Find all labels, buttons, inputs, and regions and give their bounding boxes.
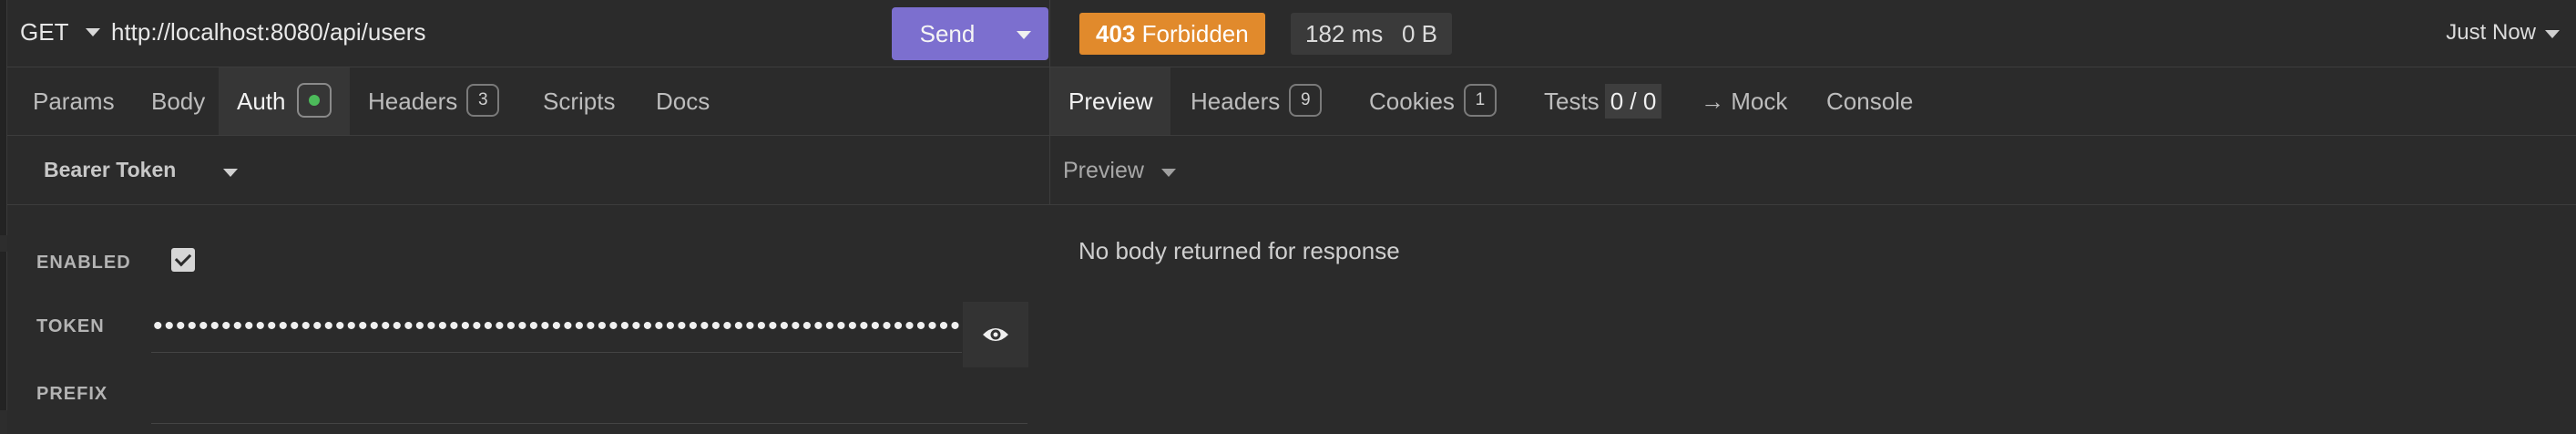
tab-tests[interactable]: Tests 0 / 0 [1526, 67, 1680, 135]
tab-label: Body [151, 88, 206, 115]
send-button-label[interactable]: Send [892, 7, 1003, 60]
status-code: 403 [1096, 20, 1136, 47]
tab-label: Cookies [1369, 88, 1455, 115]
tab-label: Docs [656, 88, 710, 115]
eye-icon [983, 328, 1008, 341]
response-status-bar: 403 Forbidden 182 ms 0 B Just Now [1049, 0, 2576, 67]
request-tabs: Params Body Auth Headers 3 Scripts Docs [7, 67, 1049, 136]
tab-label: Preview [1068, 88, 1153, 115]
status-text: Forbidden [1141, 20, 1249, 47]
tab-cookies[interactable]: Cookies 1 [1351, 67, 1515, 135]
tests-result-value: 0 / 0 [1604, 84, 1662, 119]
tab-label: Tests [1544, 88, 1600, 115]
tab-response-headers[interactable]: Headers 9 [1172, 67, 1340, 135]
tab-label: Headers [1191, 88, 1281, 115]
prefix-label: PREFIX [36, 384, 108, 404]
chevron-down-icon[interactable] [2545, 30, 2560, 38]
http-method-select[interactable]: GET [20, 18, 68, 46]
tab-label: Params [33, 88, 115, 115]
empty-response-message: No body returned for response [1078, 237, 1400, 264]
auth-type-select[interactable]: Bearer Token [44, 158, 176, 182]
send-button[interactable]: Send [892, 7, 1048, 60]
tab-label: Console [1826, 88, 1914, 115]
tab-docs[interactable]: Docs [638, 67, 728, 135]
tab-auth[interactable]: Auth [219, 67, 350, 135]
chevron-down-icon[interactable] [1161, 169, 1176, 177]
preview-mode-bar: Preview [1049, 136, 2576, 205]
tab-params[interactable]: Params [15, 67, 133, 135]
enabled-label: ENABLED [36, 253, 131, 273]
headers-count-badge: 3 [466, 84, 500, 118]
tab-scripts[interactable]: Scripts [525, 67, 633, 135]
tab-body[interactable]: Body [133, 67, 223, 135]
response-time-badge: 182 ms [1291, 13, 1398, 55]
tab-headers[interactable]: Headers 3 [350, 67, 517, 135]
response-tabs: Preview Headers 9 Cookies 1 Tests 0 / 0 → M… [1049, 67, 2576, 136]
status-badge: 403 Forbidden [1079, 13, 1265, 55]
edge-notch [0, 235, 7, 252]
url-input[interactable]: http://localhost:8080/api/users [111, 18, 425, 46]
token-masked-value: ••••••••••••••••••••••••••••••••••••••••… [153, 311, 962, 341]
app-window: GET http://localhost:8080/api/users Send… [0, 0, 2576, 434]
token-input[interactable]: ••••••••••••••••••••••••••••••••••••••••… [151, 305, 962, 353]
auth-type-bar: Bearer Token [7, 136, 1049, 205]
enabled-checkbox[interactable] [171, 248, 195, 272]
tab-label: → Mock [1701, 88, 1788, 115]
response-size-badge: 0 B [1387, 13, 1453, 55]
toggle-visibility-button[interactable] [963, 302, 1028, 367]
token-label: TOKEN [36, 316, 105, 336]
left-edge-strip [0, 0, 7, 434]
cookies-count-badge: 1 [1463, 84, 1497, 118]
tab-console[interactable]: Console [1808, 67, 1931, 135]
tab-label: Auth [237, 88, 286, 115]
edge-notch [0, 410, 7, 434]
tab-label: Scripts [543, 88, 616, 115]
request-url-bar: GET http://localhost:8080/api/users Send [7, 0, 1049, 67]
response-headers-count-badge: 9 [1289, 84, 1323, 118]
send-options-chevron-icon[interactable] [1017, 31, 1031, 39]
auth-status-dot-icon [296, 83, 332, 119]
bearer-auth-form: ENABLED TOKEN ••••••••••••••••••••••••••… [7, 205, 1049, 434]
tab-preview[interactable]: Preview [1050, 67, 1171, 135]
preview-mode-select[interactable]: Preview [1063, 158, 1144, 184]
history-select[interactable]: Just Now [2446, 20, 2536, 46]
prefix-input[interactable] [151, 371, 1027, 424]
chevron-down-icon[interactable] [86, 28, 100, 36]
tab-mock[interactable]: → Mock [1682, 67, 1805, 135]
chevron-down-icon[interactable] [223, 169, 238, 177]
tab-label: Headers [368, 88, 458, 115]
